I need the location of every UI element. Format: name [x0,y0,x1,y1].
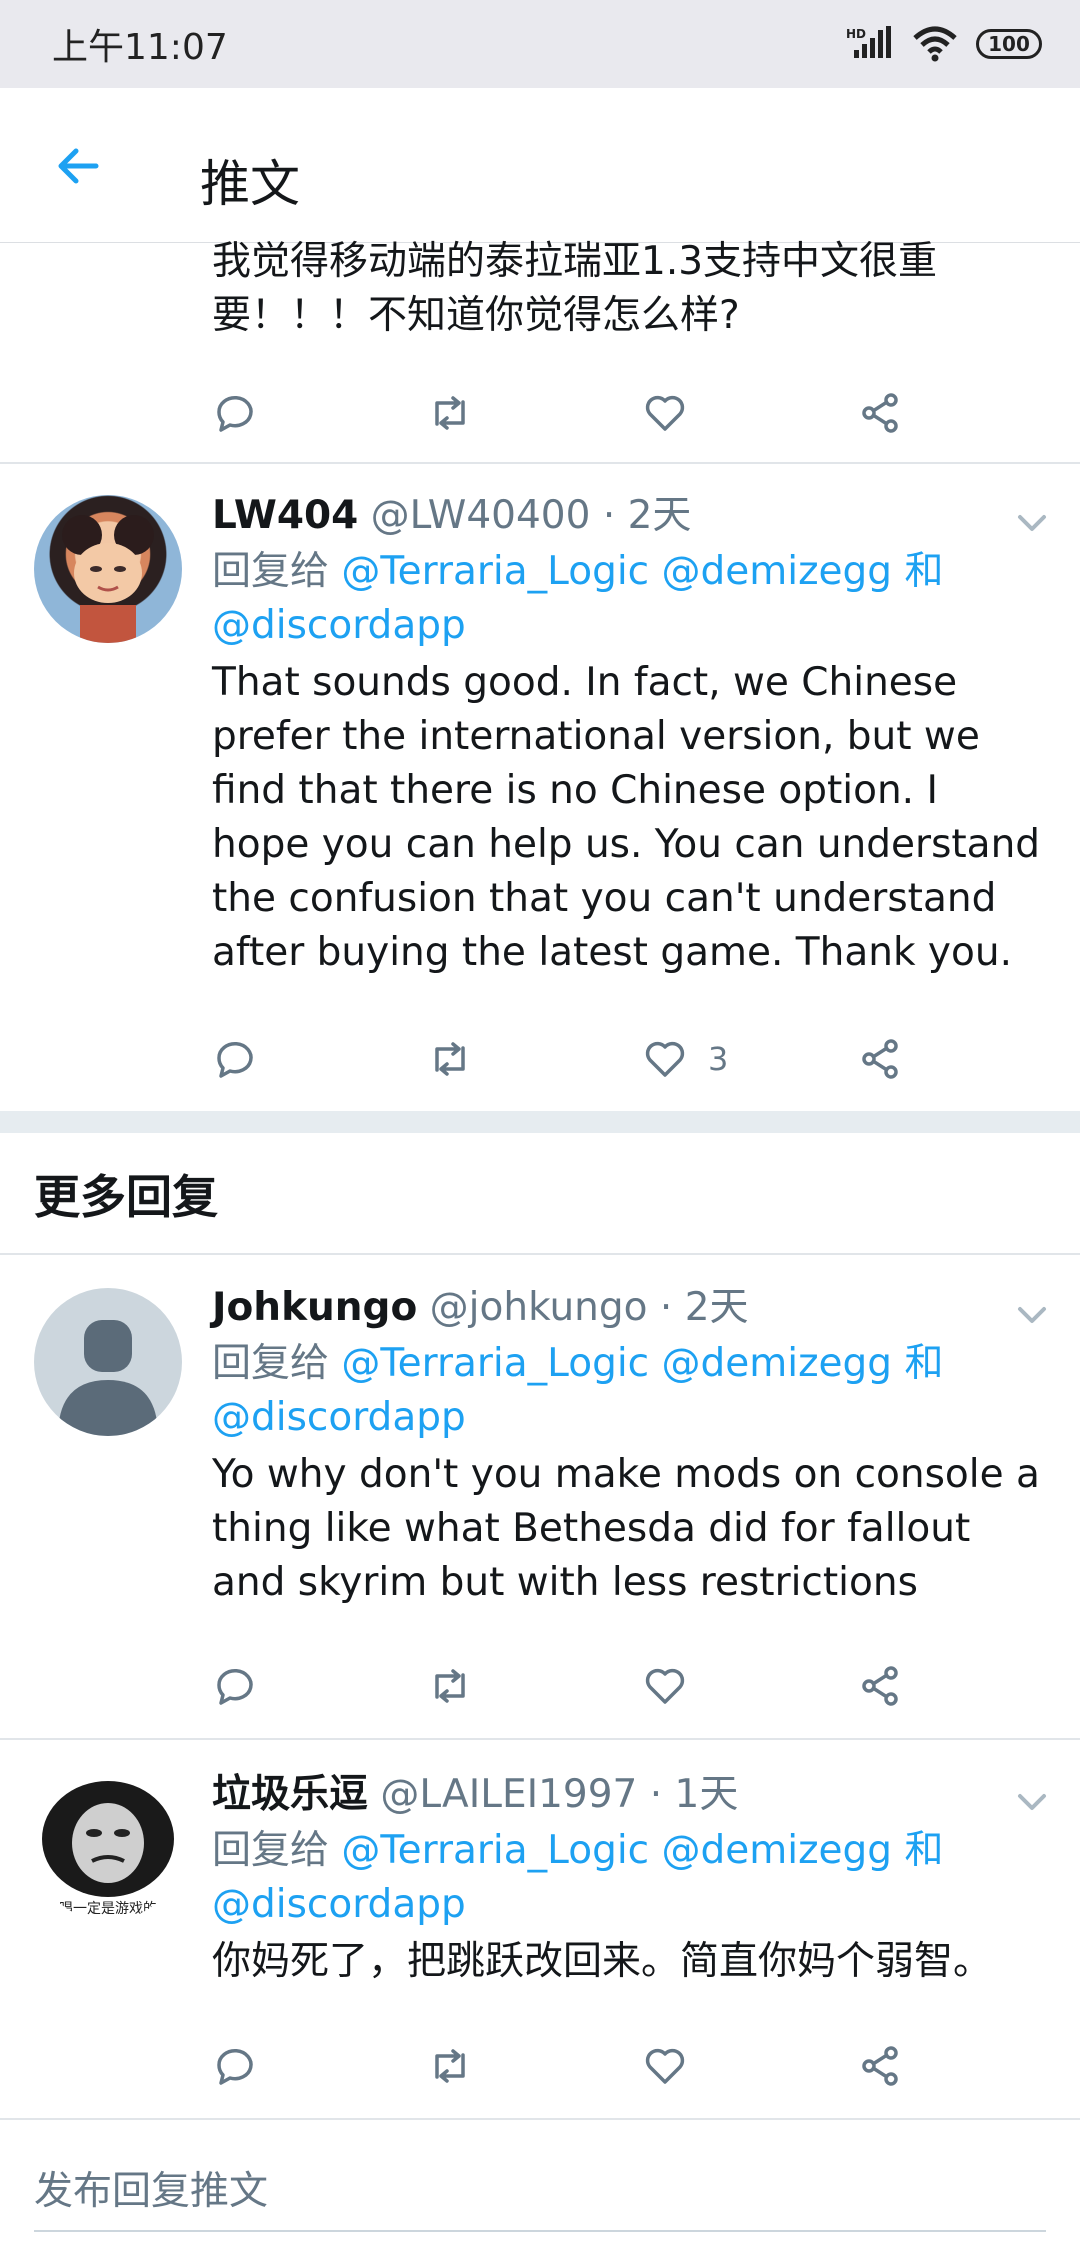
more-replies-title: 更多回复 [34,1170,218,1224]
mention-link[interactable]: @discordapp [212,1882,466,1927]
tweet-header: Johkungo @johkungo · 2天 [212,1283,749,1333]
user-name[interactable]: 垃圾乐逗 [212,1772,368,1817]
tweet-header: LW404 @LW40400 · 2天 [212,491,691,541]
heart-icon [645,2048,685,2084]
wifi-icon [913,26,957,62]
like-button[interactable] [642,385,698,441]
retweet-icon [435,1042,465,1076]
mention-link[interactable]: @discordapp [212,1395,466,1440]
retweet-icon [435,1669,465,1703]
tweet-header: 垃圾乐逗 @LAILEI1997 · 1天 [212,1770,738,1820]
like-button[interactable]: 3 [642,1031,762,1087]
tweet-actions [212,2038,932,2098]
divider [0,462,1080,464]
share-button[interactable] [857,1658,913,1714]
share-button[interactable] [857,2038,913,2094]
battery-icon: 100 [976,29,1042,59]
mention-link[interactable]: @discordapp [212,603,466,648]
retweet-icon [435,396,465,430]
avatar[interactable] [34,1288,182,1436]
reply-prefix: 回复给 [212,549,330,594]
tweet-text: Yo why don't you make mods on console a … [212,1452,1040,1605]
status-bar: 上午11:07 HD 100 [0,0,1080,88]
share-icon [862,1039,898,1079]
tweet-text: 你妈死了，把跳跃改回来。简直你妈个弱智。 [212,1939,993,1984]
cellular-signal-icon: HD [846,26,891,58]
reply-icon [217,1041,253,1078]
tweet-text: That sounds good. In fact, we Chinese pr… [212,660,1041,975]
divider [0,1253,1080,1255]
back-arrow-icon[interactable] [50,138,106,194]
avatar[interactable] [34,495,182,643]
heart-icon [645,395,685,431]
reply-to-line: 回复给 @Terraria_Logic @demizegg 和 @discord… [212,1824,1032,1932]
mention-links[interactable]: @Terraria_Logic @demizegg 和 [341,1341,943,1386]
avatar[interactable]: 唱一定是游戏的 [34,1773,182,1921]
compose-reply-bar[interactable]: 发布回复推文 [0,2118,1080,2248]
reply-prefix: 回复给 [212,1828,330,1873]
app-bar: 推文 [0,88,1080,243]
default-avatar-icon [58,1320,158,1436]
chevron-down-icon[interactable] [1010,1293,1054,1337]
like-button[interactable] [642,2038,698,2094]
avatar-caption: 唱一定是游戏的 [59,1901,157,1917]
divider [0,1738,1080,1740]
retweet-button[interactable] [427,1031,483,1087]
meme-face-avatar: 唱一定是游戏的 [42,1781,174,1917]
mention-links[interactable]: @Terraria_Logic @demizegg 和 [341,1828,943,1873]
retweet-icon [435,2049,465,2083]
svg-text:HD: HD [846,27,866,41]
retweet-button[interactable] [427,1658,483,1714]
reply-button[interactable] [212,1658,268,1714]
share-icon [862,1666,898,1706]
status-time: 上午11:07 [52,27,228,68]
share-icon [862,2046,898,2086]
chevron-down-icon[interactable] [1010,501,1054,545]
reply-icon [217,395,253,432]
user-handle: @LW40400 · 2天 [370,493,692,538]
mention-links[interactable]: @Terraria_Logic @demizegg 和 [341,549,943,594]
avatar-illustration [62,515,154,643]
retweet-button[interactable] [427,2038,483,2094]
chevron-down-icon[interactable] [1010,1780,1054,1824]
reply-button[interactable] [212,385,268,441]
compose-reply-input[interactable]: 发布回复推文 [34,2160,268,2216]
reply-button[interactable] [212,1031,268,1087]
reply-button[interactable] [212,2038,268,2094]
user-name[interactable]: Johkungo [212,1285,417,1330]
compose-underline [34,2230,1046,2232]
page-title: 推文 [200,155,300,213]
share-button[interactable] [857,1031,913,1087]
tweet-actions [212,1658,932,1718]
share-icon [862,393,898,433]
status-icons: HD 100 [846,26,1042,62]
battery-level: 100 [988,32,1030,56]
user-handle: @LAILEI1997 · 1天 [380,1772,739,1817]
reply-icon [217,2048,253,2085]
section-divider [0,1111,1080,1133]
tweet-actions: 3 [212,1031,932,1091]
retweet-button[interactable] [427,385,483,441]
share-button[interactable] [857,385,913,441]
top-tweet-actions [212,385,932,445]
like-count: 3 [708,1040,729,1078]
heart-icon [645,1668,685,1704]
like-button[interactable] [642,1658,698,1714]
reply-icon [217,1668,253,1705]
reply-to-line: 回复给 @Terraria_Logic @demizegg 和 @discord… [212,1337,1032,1445]
user-handle: @johkungo · 2天 [429,1285,749,1330]
heart-icon [645,1041,685,1077]
reply-to-line: 回复给 @Terraria_Logic @demizegg 和 @discord… [212,545,1032,653]
user-name[interactable]: LW404 [212,493,358,538]
reply-prefix: 回复给 [212,1341,330,1386]
top-tweet-text: 我觉得移动端的泰拉瑞亚1.3支持中文很重要！！！不知道你觉得怎么样? [212,239,938,338]
